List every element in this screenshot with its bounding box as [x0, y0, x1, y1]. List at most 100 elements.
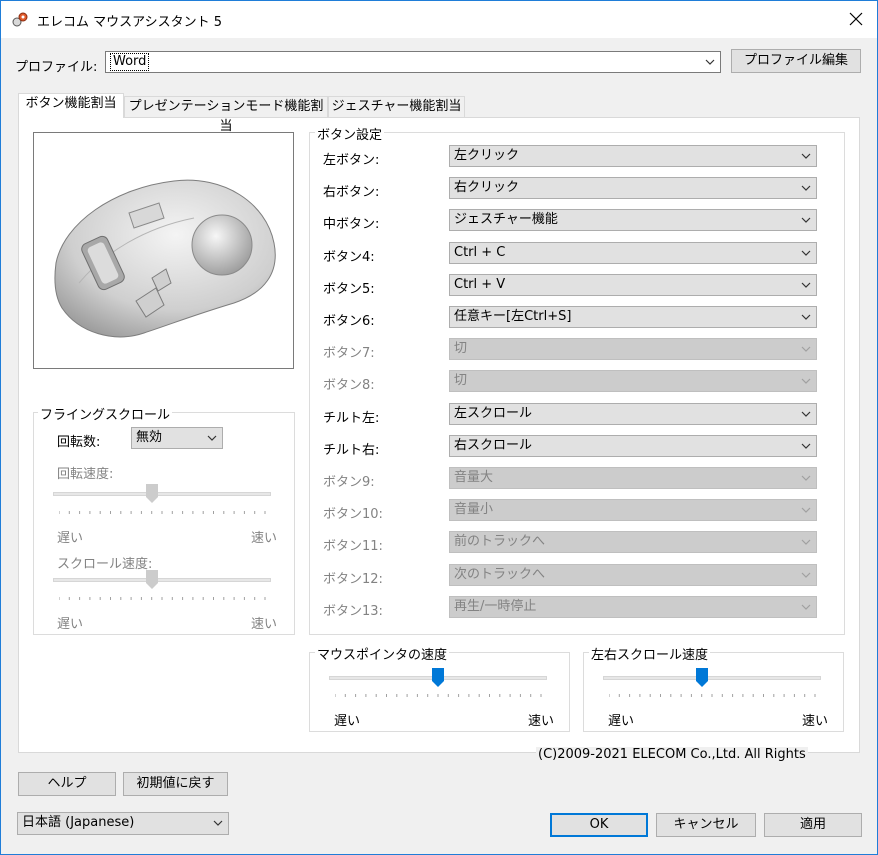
button-row-label: 右ボタン: [323, 185, 380, 200]
chevron-down-icon [801, 346, 811, 352]
button-row-value: 次のトラックへ [454, 567, 546, 582]
button-row-select[interactable]: 音量大 [449, 467, 817, 489]
button-row-value: 音量大 [454, 470, 494, 485]
flying-scroll-title: フライングスクロール [38, 404, 173, 423]
pointer-fast-label: 速い [528, 714, 555, 729]
button-row-select[interactable]: 前のトラックへ [449, 531, 817, 553]
lr-fast-label: 速い [802, 714, 829, 729]
reset-defaults-button[interactable]: 初期値に戻す [123, 772, 228, 796]
button-row-label: チルト左: [323, 411, 380, 426]
button-row-label: ボタン4: [323, 250, 375, 265]
chevron-down-icon [213, 820, 223, 826]
lr-scroll-speed-ticks [609, 694, 816, 697]
scroll-speed-label: スクロール速度: [57, 557, 153, 572]
apply-button[interactable]: 適用 [764, 813, 862, 837]
button-row-select[interactable]: Ctrl + V [449, 274, 817, 296]
button-row-value: ジェスチャー機能 [454, 212, 558, 227]
profile-value: Word [110, 53, 150, 71]
tab-gesture[interactable]: ジェスチャー機能割当 [328, 96, 465, 117]
pointer-speed-title: マウスポインタの速度 [315, 644, 450, 663]
close-icon [849, 12, 863, 26]
title-bar: エレコム マウスアシスタント 5 [1, 1, 877, 38]
rotation-label: 回転数: [57, 435, 101, 450]
scroll-speed-track[interactable] [53, 578, 271, 582]
button-row-select[interactable]: Ctrl + C [449, 242, 817, 264]
button-row-value: 再生/一時停止 [454, 599, 537, 614]
copyright-text: (C)2009-2021 ELECOM Co.,Ltd. All Rights [536, 747, 808, 762]
button-row-select[interactable]: ジェスチャー機能 [449, 209, 817, 231]
tab-presentation-mode[interactable]: プレゼンテーションモード機能割当 [124, 96, 328, 134]
button-row-value: 右スクロール [454, 438, 533, 453]
button-row-value: Ctrl + C [454, 245, 506, 260]
button-row-value: 右クリック [454, 180, 520, 195]
button-row-label: ボタン12: [323, 572, 383, 587]
rotation-slow-label: 遅い [57, 531, 84, 546]
button-row-select[interactable]: 次のトラックへ [449, 564, 817, 586]
rotation-speed-track[interactable] [53, 492, 271, 496]
button-row-select[interactable]: 右クリック [449, 177, 817, 199]
rotation-speed-thumb[interactable] [146, 484, 158, 503]
chevron-down-icon [801, 411, 811, 417]
button-row-select[interactable]: 再生/一時停止 [449, 596, 817, 618]
language-value: 日本語 (Japanese) [22, 815, 135, 830]
main-window: エレコム マウスアシスタント 5 プロファイル: Word プロファイル編集 ボ… [0, 0, 878, 855]
pointer-speed-ticks [335, 694, 542, 697]
chevron-down-icon [801, 443, 811, 449]
button-row-label: ボタン7: [323, 346, 375, 361]
chevron-down-icon [801, 153, 811, 159]
button-row-label: ボタン6: [323, 314, 375, 329]
chevron-down-icon [801, 314, 811, 320]
language-select[interactable]: 日本語 (Japanese) [17, 812, 229, 835]
ok-button[interactable]: OK [550, 813, 648, 837]
button-row-label: ボタン5: [323, 282, 375, 297]
tab-button-assign[interactable]: ボタン機能割当 [18, 93, 124, 118]
scroll-speed-ticks [59, 597, 266, 600]
scroll-fast-label: 速い [251, 617, 278, 632]
lr-scroll-speed-track[interactable] [603, 676, 821, 680]
rotation-select[interactable]: 無効 [131, 427, 223, 449]
pointer-slow-label: 遅い [334, 714, 361, 729]
cancel-button[interactable]: キャンセル [656, 813, 756, 837]
chevron-down-icon [801, 475, 811, 481]
scroll-speed-thumb[interactable] [146, 570, 158, 589]
button-row-value: 任意キー[左Ctrl+S] [454, 309, 572, 324]
chevron-down-icon [801, 217, 811, 223]
chevron-down-icon [801, 604, 811, 610]
button-row-value: 音量小 [454, 502, 494, 517]
chevron-down-icon [801, 539, 811, 545]
rotation-fast-label: 速い [251, 531, 278, 546]
button-row-select[interactable]: 左スクロール [449, 403, 817, 425]
button-row-select[interactable]: 右スクロール [449, 435, 817, 457]
rotation-speed-label: 回転速度: [57, 467, 114, 482]
button-row-label: ボタン13: [323, 604, 383, 619]
close-button[interactable] [841, 5, 871, 33]
button-settings-title: ボタン設定 [315, 124, 385, 143]
button-row-label: チルト右: [323, 443, 380, 458]
chevron-down-icon [801, 378, 811, 384]
button-row-value: Ctrl + V [454, 277, 506, 292]
pointer-speed-thumb[interactable] [432, 668, 444, 687]
lr-scroll-speed-thumb[interactable] [696, 668, 708, 687]
profile-label: プロファイル: [15, 60, 98, 75]
button-row-select[interactable]: 任意キー[左Ctrl+S] [449, 306, 817, 328]
button-row-select[interactable]: 切 [449, 370, 817, 392]
profile-select[interactable]: Word [105, 51, 721, 73]
button-row-value: 左スクロール [454, 406, 533, 421]
button-row-value: 前のトラックへ [454, 534, 546, 549]
rotation-speed-ticks [59, 511, 266, 514]
button-row-label: ボタン9: [323, 475, 375, 490]
chevron-down-icon [801, 250, 811, 256]
button-row-select[interactable]: 音量小 [449, 499, 817, 521]
lr-slow-label: 遅い [608, 714, 635, 729]
button-row-label: 中ボタン: [323, 217, 380, 232]
mouse-illustration [54, 179, 276, 338]
help-button[interactable]: ヘルプ [18, 772, 116, 796]
button-row-select[interactable]: 左クリック [449, 145, 817, 167]
chevron-down-icon [705, 59, 715, 65]
lr-scroll-speed-title: 左右スクロール速度 [589, 644, 711, 663]
button-row-label: 左ボタン: [323, 153, 380, 168]
button-row-label: ボタン10: [323, 507, 383, 522]
profile-edit-button[interactable]: プロファイル編集 [731, 49, 861, 73]
button-row-select[interactable]: 切 [449, 338, 817, 360]
app-mouse-icon [12, 12, 28, 27]
